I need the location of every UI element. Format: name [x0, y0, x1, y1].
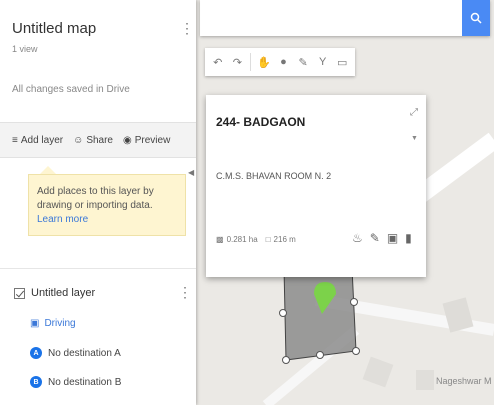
layer-hint: Add places to this layer by drawing or i…	[28, 174, 186, 236]
car-icon: ▣	[30, 318, 40, 329]
layer-name[interactable]: Untitled layer	[31, 287, 95, 299]
learn-more-link[interactable]: Learn more	[37, 214, 88, 225]
polygon-vertex[interactable]	[282, 356, 290, 364]
destination-a-label: No destination A	[48, 347, 121, 359]
style-bucket-icon[interactable]: ♨	[352, 231, 363, 245]
polygon-vertex[interactable]	[350, 298, 358, 306]
marker-icon[interactable]: ●	[275, 51, 293, 73]
destination-a[interactable]: A No destination A	[30, 347, 121, 359]
driving-label: Driving	[44, 318, 76, 329]
share-button[interactable]: ☺ Share	[73, 135, 113, 146]
destination-b-marker: B	[30, 376, 42, 388]
divider	[0, 268, 196, 269]
expand-icon[interactable]: ⤢	[410, 107, 418, 118]
directions-icon[interactable]: Y	[314, 51, 332, 73]
undo-icon[interactable]: ↶	[209, 51, 227, 73]
layer-checkbox[interactable]	[14, 287, 25, 299]
hint-text: Add places to this layer by drawing or i…	[37, 186, 154, 211]
draw-line-icon[interactable]: ✎	[294, 51, 312, 73]
feature-title: 244- BADGAON	[216, 115, 306, 129]
edit-icon[interactable]: ✎	[370, 231, 380, 245]
feature-description: C.M.S. BHAVAN ROOM N. 2	[216, 171, 332, 181]
add-layer-button[interactable]: ≡ Add layer	[12, 135, 63, 146]
layers-panel: Untitled map 1 view ⋮ All changes saved …	[0, 0, 196, 405]
add-layer-label: Add layer	[20, 134, 64, 146]
drawn-polygon[interactable]	[283, 267, 357, 361]
area-icon: ▩	[216, 235, 224, 244]
polygon-vertex[interactable]	[316, 351, 324, 359]
destination-b[interactable]: B No destination B	[30, 376, 121, 388]
ruler-icon[interactable]: ▭	[333, 51, 351, 73]
redo-icon[interactable]: ↷	[229, 51, 247, 73]
hand-icon[interactable]: ✋	[255, 51, 273, 73]
perimeter-metric: □ 216 m	[266, 235, 296, 244]
layer-header[interactable]: Untitled layer	[14, 287, 95, 299]
search-button[interactable]	[462, 0, 490, 36]
panel-actions: ≡ Add layer ☺ Share ◉ Preview	[0, 122, 196, 158]
search-icon	[470, 12, 482, 24]
feature-tools: ♨ ✎ ▣ ▮	[352, 231, 412, 245]
chevron-down-icon[interactable]: ▼	[411, 135, 418, 142]
collapse-panel-icon[interactable]: ◀	[188, 168, 194, 177]
map-toolbar: ↶ ↷ ✋ ● ✎ Y ▭	[205, 48, 355, 76]
more-vert-icon[interactable]: ⋮	[180, 20, 194, 37]
toolbar-divider	[250, 53, 252, 71]
save-status: All changes saved in Drive	[12, 84, 130, 95]
camera-icon[interactable]: ▣	[387, 231, 398, 245]
eye-icon: ◉	[123, 134, 132, 146]
perimeter-icon: □	[265, 235, 271, 244]
add-person-icon: ☺	[73, 134, 84, 146]
destination-b-label: No destination B	[48, 376, 122, 388]
building	[362, 356, 394, 388]
building	[416, 370, 434, 390]
search-bar[interactable]	[200, 0, 490, 36]
view-count: 1 view	[12, 44, 38, 54]
driving-mode[interactable]: ▣ Driving	[30, 318, 76, 329]
polygon-vertex[interactable]	[352, 347, 360, 355]
perimeter-value: 216 m	[273, 235, 296, 244]
polygon-vertex[interactable]	[279, 309, 287, 317]
hint-arrow	[40, 166, 56, 174]
area-metric: ▩ 0.281 ha	[216, 235, 258, 244]
layers-icon: ≡	[12, 134, 18, 146]
area-value: 0.281 ha	[226, 235, 258, 244]
delete-icon[interactable]: ▮	[405, 231, 412, 245]
map-title[interactable]: Untitled map	[12, 20, 96, 37]
destination-a-marker: A	[30, 347, 42, 359]
layer-options-icon[interactable]: ⋮	[178, 284, 192, 301]
preview-label: Preview	[134, 134, 171, 146]
feature-metrics: ▩ 0.281 ha □ 216 m	[216, 235, 296, 244]
feature-info-card: 244- BADGAON ⤢ ▼ C.M.S. BHAVAN ROOM N. 2…	[206, 95, 426, 277]
preview-button[interactable]: ◉ Preview	[123, 135, 170, 146]
map-place-label: Nageshwar M	[436, 376, 492, 386]
share-label: Share	[86, 134, 113, 146]
